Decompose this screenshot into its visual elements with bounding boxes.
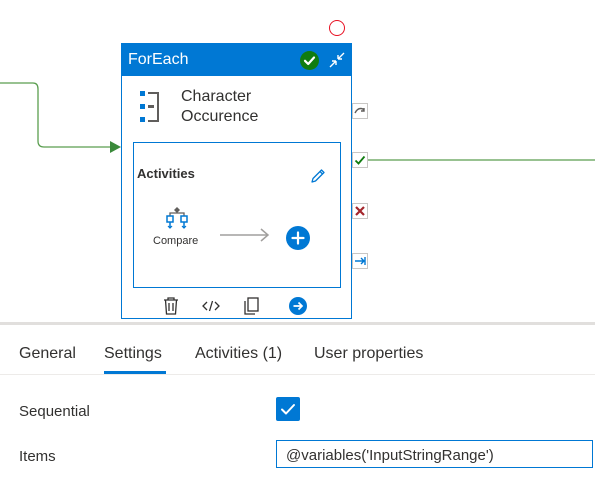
inner-activities-title: Activities <box>137 166 195 181</box>
items-label: Items <box>19 448 56 465</box>
edit-pencil-icon[interactable] <box>310 168 326 189</box>
pipeline-canvas[interactable]: ForEach Character Occurence Activities C… <box>0 0 595 322</box>
activity-name-line2: Occurence <box>181 108 259 125</box>
collapse-icon[interactable] <box>327 50 347 70</box>
code-icon[interactable] <box>201 296 221 321</box>
sequential-checkbox[interactable] <box>276 397 300 421</box>
foreach-activity-icon <box>138 90 164 129</box>
tab-user-properties[interactable]: User properties <box>314 345 423 363</box>
clone-icon[interactable] <box>242 296 260 321</box>
failure-output-icon[interactable] <box>352 203 368 219</box>
activity-name[interactable]: Character Occurence <box>181 87 258 127</box>
inner-activities-box[interactable]: Activities Compare <box>133 142 341 288</box>
error-indicator-circle <box>329 20 345 36</box>
success-check-icon <box>300 51 319 70</box>
add-activity-button[interactable] <box>286 226 310 250</box>
node-type-title: ForEach <box>128 51 189 68</box>
foreach-activity-node[interactable]: ForEach Character Occurence Activities C… <box>121 43 352 319</box>
activity-name-line1: Character <box>181 88 252 105</box>
compare-activity-icon[interactable] <box>165 206 189 235</box>
tab-settings[interactable]: Settings <box>104 345 162 363</box>
items-input[interactable]: @variables('InputStringRange') <box>276 440 593 468</box>
sequential-label: Sequential <box>19 403 90 420</box>
skipped-output-icon[interactable] <box>352 103 368 119</box>
panel-divider[interactable] <box>0 322 595 325</box>
flow-arrow-icon <box>219 228 271 247</box>
delete-icon[interactable] <box>162 296 180 321</box>
tab-activities[interactable]: Activities (1) <box>195 345 282 363</box>
success-output-icon[interactable] <box>352 152 368 168</box>
go-to-activity-icon[interactable] <box>288 296 308 321</box>
completion-output-icon[interactable] <box>352 253 368 269</box>
tab-general[interactable]: General <box>19 345 76 363</box>
node-header: ForEach <box>122 44 351 76</box>
compare-activity-label: Compare <box>153 235 199 247</box>
tabs-divider <box>0 374 595 375</box>
